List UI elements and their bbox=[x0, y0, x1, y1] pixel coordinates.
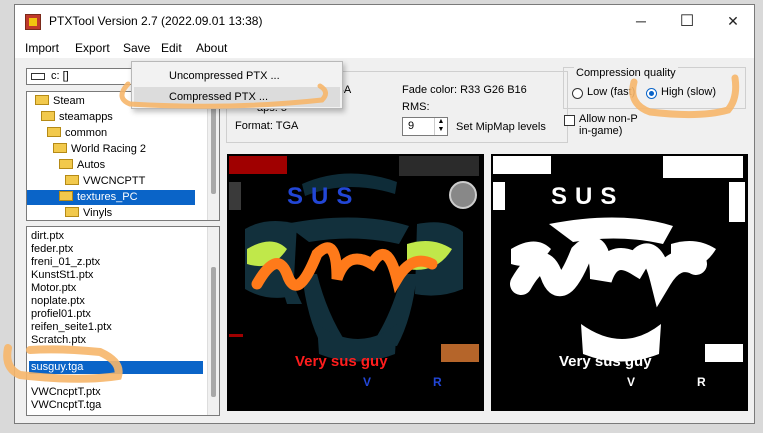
drive-value: c: [] bbox=[51, 70, 69, 82]
list-item[interactable]: reifen_seite1.ptx bbox=[31, 321, 112, 334]
save-dropdown-menu: Uncompressed PTX ... Compressed PTX ... bbox=[131, 61, 343, 109]
menu-import[interactable]: Import bbox=[25, 41, 59, 55]
texture-v-text: V bbox=[363, 375, 371, 389]
menu-compressed-ptx[interactable]: Compressed PTX ... bbox=[134, 87, 340, 107]
app-icon bbox=[25, 14, 41, 30]
texture-sus-text: SUS bbox=[287, 183, 360, 210]
menu-edit[interactable]: Edit bbox=[161, 41, 182, 55]
fade-color-label: Fade color: R33 G26 B16 bbox=[402, 84, 527, 96]
list-item[interactable]: noplate.ptx bbox=[31, 295, 85, 308]
mipmap-stepper[interactable]: 9 ▲ ▼ bbox=[402, 117, 448, 136]
list-item[interactable]: freni_01_z.ptx bbox=[31, 256, 100, 269]
mipmap-value: 9 bbox=[408, 120, 415, 132]
tree-node[interactable]: Autos bbox=[59, 158, 105, 173]
list-item[interactable]: Motor.ptx bbox=[31, 282, 76, 295]
allow-label[interactable]: Allow non-P bbox=[579, 113, 638, 125]
texture-preview-alpha: SUS Very sus guy V R bbox=[491, 154, 748, 411]
folder-icon bbox=[65, 175, 79, 185]
alpha-sus-text: SUS bbox=[551, 183, 624, 210]
allow-checkbox[interactable] bbox=[564, 115, 575, 126]
file-list[interactable]: dirt.ptx feder.ptx freni_01_z.ptx KunstS… bbox=[26, 226, 220, 416]
stepper-arrows-icon[interactable]: ▲ ▼ bbox=[434, 118, 447, 135]
folder-icon bbox=[47, 127, 61, 137]
title-bar: PTXTool Version 2.7 (2022.09.01 13:38) ─… bbox=[15, 5, 754, 38]
fade-r: R33 bbox=[460, 84, 481, 96]
list-item[interactable]: profiel01.ptx bbox=[31, 308, 91, 321]
allow-label-2: in-game) bbox=[579, 125, 623, 137]
list-item[interactable]: feder.ptx bbox=[31, 243, 73, 256]
radio-low-label[interactable]: Low (fast) bbox=[587, 86, 635, 98]
maximize-button[interactable]: ☐ bbox=[664, 5, 710, 38]
tree-node[interactable]: steamapps bbox=[41, 110, 113, 125]
texture-r-text: R bbox=[433, 375, 442, 389]
tree-node[interactable]: World Racing 2 bbox=[53, 142, 146, 157]
menu-about[interactable]: About bbox=[196, 41, 227, 55]
folder-icon bbox=[65, 207, 79, 217]
list-item[interactable]: VWCncptT.tga bbox=[31, 399, 101, 412]
menu-export[interactable]: Export bbox=[75, 41, 110, 55]
menu-bar: Import Export Save Edit About bbox=[15, 38, 754, 58]
compression-quality-group: Compression quality Low (fast) High (slo… bbox=[563, 67, 746, 109]
menu-uncompressed-ptx[interactable]: Uncompressed PTX ... bbox=[134, 66, 340, 86]
menu-save[interactable]: Save bbox=[123, 41, 150, 55]
folder-icon bbox=[41, 111, 55, 121]
tree-node[interactable]: Steam bbox=[35, 94, 85, 109]
texture-preview-color: SUS Very sus guy V R bbox=[227, 154, 484, 411]
app-window: PTXTool Version 2.7 (2022.09.01 13:38) ─… bbox=[14, 4, 755, 424]
tree-scrollbar[interactable] bbox=[207, 92, 219, 220]
tree-node-selected[interactable]: textures_PC bbox=[27, 190, 195, 205]
scroll-thumb[interactable] bbox=[211, 98, 216, 194]
alpha-r-text: R bbox=[697, 375, 706, 389]
window-title: PTXTool Version 2.7 (2022.09.01 13:38) bbox=[49, 14, 263, 28]
texture-alpha-art: SUS Very sus guy V R bbox=[493, 156, 745, 389]
open-folder-icon bbox=[59, 191, 73, 201]
list-item[interactable]: KunstSt1.ptx bbox=[31, 269, 93, 282]
radio-high-label[interactable]: High (slow) bbox=[661, 86, 716, 98]
alpha-v-text: V bbox=[627, 375, 635, 389]
tree-node[interactable]: Vinyls bbox=[65, 206, 112, 220]
list-item-selected[interactable]: susguy.tga bbox=[29, 361, 203, 374]
minimize-button[interactable]: ─ bbox=[618, 5, 664, 38]
format-label: Format: TGA bbox=[235, 120, 299, 132]
compression-title: Compression quality bbox=[574, 67, 678, 79]
radio-high[interactable] bbox=[646, 88, 657, 99]
scroll-thumb[interactable] bbox=[211, 267, 216, 397]
radio-low[interactable] bbox=[572, 88, 583, 99]
folder-tree[interactable]: Steam steamapps common World Racing 2 Au… bbox=[26, 91, 220, 221]
texture-color-art: SUS Very sus guy V R bbox=[229, 156, 479, 389]
folder-icon bbox=[59, 159, 73, 169]
close-button[interactable]: ✕ bbox=[710, 5, 756, 38]
folder-icon bbox=[35, 95, 49, 105]
fade-b: B16 bbox=[507, 84, 527, 96]
file-list-scrollbar[interactable] bbox=[207, 227, 219, 415]
rms-label: RMS: bbox=[402, 101, 430, 113]
list-item[interactable]: VWCncptT.ptx bbox=[31, 386, 101, 399]
list-item[interactable]: Scratch.ptx bbox=[31, 334, 86, 347]
texture-caption-text: Very sus guy bbox=[295, 353, 388, 370]
tree-node[interactable]: common bbox=[47, 126, 107, 141]
folder-icon bbox=[53, 143, 67, 153]
tree-node[interactable]: VWCNCPTT bbox=[65, 174, 145, 189]
alpha-caption-text: Very sus guy bbox=[559, 353, 652, 370]
list-item[interactable]: dirt.ptx bbox=[31, 230, 64, 243]
fade-g: G26 bbox=[483, 84, 505, 96]
mipmap-levels-label: Set MipMap levels bbox=[456, 121, 546, 133]
drive-icon bbox=[31, 73, 45, 80]
